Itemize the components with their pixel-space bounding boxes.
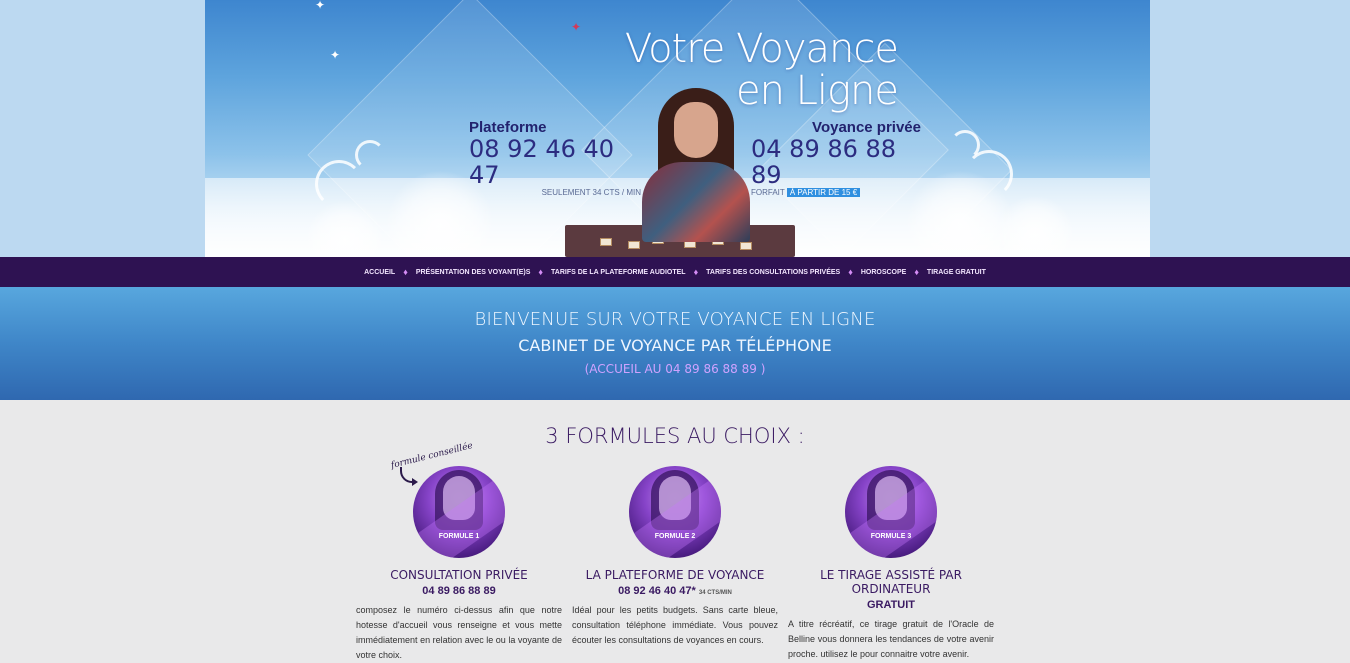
formula-badge: FORMULE 3 xyxy=(870,533,912,540)
private-title-text: Voyance privée xyxy=(812,119,921,136)
site-headline: Votre Voyance en Ligne xyxy=(598,26,899,114)
formula-card-2: FORMULE 2 LA PLATEFORME DE VOYANCE 08 92… xyxy=(572,466,778,648)
welcome-subtitle: CABINET DE VOYANCE PAR TÉLÉPHONE xyxy=(518,336,832,355)
nav-item-tarifs-consultations[interactable]: TARIFS DES CONSULTATIONS PRIVÉES xyxy=(698,269,848,276)
main-nav: ACCUEIL ♦ PRÉSENTATION DES VOYANT(E)S ♦ … xyxy=(0,257,1350,287)
formula-image[interactable]: FORMULE 1 xyxy=(413,466,505,558)
formula-card-3: FORMULE 3 LE TIRAGE ASSISTÉ PAR ORDINATE… xyxy=(788,466,994,662)
nav-item-accueil[interactable]: ACCUEIL xyxy=(356,269,403,276)
formula-badge: FORMULE 1 xyxy=(438,533,480,540)
welcome-phone[interactable]: (ACCUEIL AU 04 89 86 88 89 ) xyxy=(0,362,1350,376)
private-price-highlight: À PARTIR DE 15 € xyxy=(786,188,861,197)
private-phone-block: Voyance privée 04 89 86 88 89 FORFAIT À … xyxy=(751,119,925,197)
formula-name: LE TIRAGE ASSISTÉ PAR ORDINATEUR xyxy=(820,568,962,596)
formula-value-text[interactable]: 04 89 86 88 89 xyxy=(422,585,495,597)
card-illustration xyxy=(600,238,612,246)
private-price-prefix: FORFAIT xyxy=(751,188,785,197)
headline-line2: en Ligne xyxy=(735,68,899,114)
decor-swirl xyxy=(950,130,980,160)
fortune-teller-body xyxy=(642,162,750,242)
formula-value: 04 89 86 88 89 xyxy=(356,585,562,597)
formula-description: Idéal pour les petits budgets. Sans cart… xyxy=(572,605,778,645)
welcome-section: BIENVENUE SUR VOTRE VOYANCE EN LIGNE CAB… xyxy=(0,287,1350,400)
formula-name: CONSULTATION PRIVÉE xyxy=(390,568,528,582)
formulas-title: 3 FORMULES AU CHOIX : xyxy=(545,424,805,448)
formula-description: composez le numéro ci-dessus afin que no… xyxy=(356,605,562,660)
decor-swirl xyxy=(355,140,385,170)
platform-title: Plateforme xyxy=(469,119,547,136)
sparkle-icon: ✦ xyxy=(571,20,582,34)
nav-item-tarifs-plateforme[interactable]: TARIFS DE LA PLATEFORME AUDIOTEL xyxy=(543,269,694,276)
nav-item-tirage-gratuit[interactable]: TIRAGE GRATUIT xyxy=(919,269,994,276)
formula-description: A titre récréatif, ce tirage gratuit de … xyxy=(788,619,994,659)
private-title: Voyance privée xyxy=(751,119,925,136)
formula-value: GRATUIT xyxy=(788,599,994,611)
decor-swirl xyxy=(315,160,363,208)
private-phone-number[interactable]: 04 89 86 88 89 xyxy=(751,136,925,188)
sparkle-icon: ✦ xyxy=(330,48,341,62)
formula-value-note: 34 CTS/MIN xyxy=(698,590,732,596)
formula-badge: FORMULE 2 xyxy=(654,533,696,540)
formula-image[interactable]: FORMULE 2 xyxy=(629,466,721,558)
header-banner: ✦ ✦ ✦ Votre Voyance en Ligne Plateforme … xyxy=(0,0,1350,257)
formula-value-text[interactable]: GRATUIT xyxy=(867,599,915,611)
platform-phone-number[interactable]: 08 92 46 40 47 xyxy=(469,136,641,188)
formula-image[interactable]: FORMULE 3 xyxy=(845,466,937,558)
welcome-title: BIENVENUE SUR VOTRE VOYANCE EN LIGNE xyxy=(474,309,876,330)
formula-value-text[interactable]: 08 92 46 40 47* xyxy=(618,585,696,597)
private-price-note: FORFAIT À PARTIR DE 15 € xyxy=(751,188,925,197)
headline-line1: Votre Voyance xyxy=(624,26,899,72)
sparkle-icon: ✦ xyxy=(315,0,326,12)
formula-card-1: FORMULE 1 CONSULTATION PRIVÉE 04 89 86 8… xyxy=(356,466,562,663)
nav-item-horoscope[interactable]: HOROSCOPE xyxy=(853,269,915,276)
platform-phone-block: Plateforme 08 92 46 40 47 SEULEMENT 34 C… xyxy=(469,119,641,197)
nav-item-presentation[interactable]: PRÉSENTATION DES VOYANT(E)S xyxy=(408,269,539,276)
formula-name: LA PLATEFORME DE VOYANCE xyxy=(585,568,765,582)
formula-value: 08 92 46 40 47* 34 CTS/MIN xyxy=(572,585,778,597)
platform-price-note: SEULEMENT 34 CTS / MIN xyxy=(541,188,641,197)
